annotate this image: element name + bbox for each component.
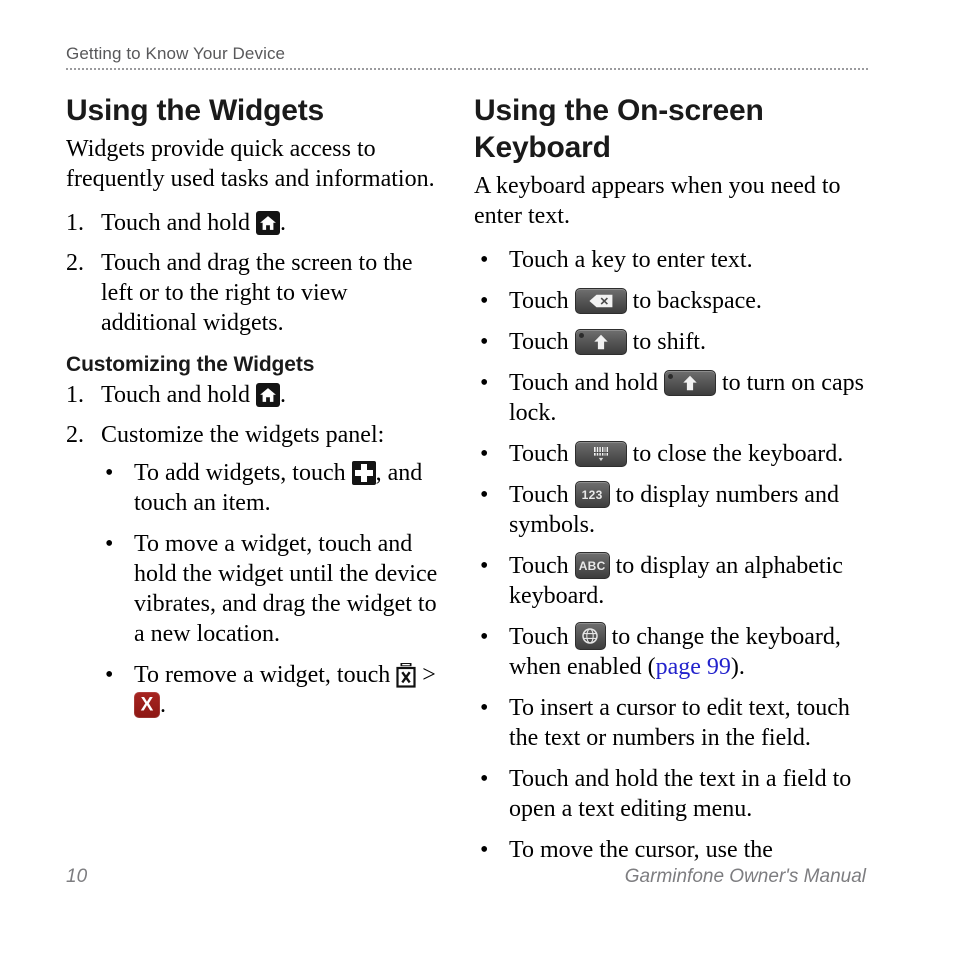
bullet-dot: • [105, 531, 114, 557]
bullet-text: Touch [509, 624, 575, 650]
alphabetic-key-label: ABC [578, 558, 606, 573]
section-title-customizing: Customizing the Widgets [66, 353, 315, 376]
bullet-dot: • [480, 695, 489, 721]
shift-led-indicator [667, 374, 673, 379]
bullet-text: To add widgets, touch [134, 460, 352, 486]
bullet-text: To move the cursor, use the [509, 837, 773, 863]
bullet-text: Touch [509, 482, 575, 508]
step-text: Touch and hold [101, 382, 256, 408]
list-item: • To insert a cursor to edit text, touch … [474, 693, 864, 753]
backspace-key-icon [574, 288, 627, 314]
bullet-dot: • [480, 370, 489, 396]
bullet-dot: • [480, 766, 489, 792]
red-x-glyph: X [140, 694, 154, 716]
change-keyboard-key-icon [574, 622, 606, 650]
running-header-text: Getting to Know Your Device [66, 44, 286, 63]
bullet-text-mid: > [416, 662, 436, 688]
bullet-text-tail2: ). [730, 654, 745, 680]
list-item: • Touch and hold the text in a field to o… [474, 764, 864, 824]
bullet-dot: • [480, 247, 489, 273]
bullet-text: To move a widget, touch and hold the wid… [134, 531, 438, 647]
bullet-dot: • [105, 662, 114, 688]
left-column: Using the Widgets Widgets provide quick … [66, 92, 442, 731]
bullet-text-tail: to close the keyboard. [626, 441, 844, 467]
bullet-text: Touch and hold the text in a field to op… [509, 766, 852, 822]
step-text-tail: . [279, 382, 286, 408]
step-text-tail: . [279, 210, 286, 236]
list-item: • Touch to close the keyboard. [474, 439, 864, 469]
numbers-key-label: 123 [581, 487, 603, 502]
step-text: Touch and hold [101, 210, 256, 236]
keyboard-bullet-list: • Touch a key to enter text. • Touch to ba… [474, 245, 864, 865]
footer-manual-title: Garminfone Owner's Manual [624, 866, 866, 887]
bullet-text-tail: . [160, 692, 166, 718]
list-item: 2. Touch and drag the screen to the left … [66, 248, 442, 338]
page-footer: 10 Garminfone Owner's Manual [66, 866, 866, 888]
bullet-dot: • [480, 553, 489, 579]
shift-led-indicator [578, 333, 584, 338]
bullet-dot: • [480, 837, 489, 863]
bullet-dot: • [480, 329, 489, 355]
widgets-intro-paragraph: Widgets provide quick access to frequent… [66, 136, 435, 192]
step-text: Customize the widgets panel: [101, 422, 385, 448]
bullet-text: Touch a key to enter text. [509, 247, 753, 273]
list-item: • To add widgets, touch , and touch an it… [101, 458, 442, 518]
keyboard-intro-paragraph: A keyboard appears when you need to ente… [474, 173, 841, 229]
step-text: Touch and drag the screen to the left or… [101, 250, 413, 336]
bullet-text: Touch [509, 441, 575, 467]
list-item: • Touch a key to enter text. [474, 245, 864, 275]
page-reference-link[interactable]: page 99 [656, 654, 731, 680]
plus-icon [351, 461, 376, 485]
list-item: • Touch 123 to display numbers and symbol… [474, 480, 864, 540]
bullet-text-tail: to backspace. [626, 288, 762, 314]
bullet-text: Touch [509, 553, 575, 579]
list-item: • Touch and hold to turn on caps lock. [474, 368, 864, 428]
list-item: • To remove a widget, touch > X. [101, 660, 442, 720]
shift-key-icon [574, 329, 627, 355]
bullet-dot: • [480, 288, 489, 314]
customizing-bullet-list: • To add widgets, touch , and touch an it… [101, 458, 442, 720]
bullet-text: Touch [509, 288, 575, 314]
right-column: Using the On-screen Keyboard A keyboard … [474, 92, 864, 876]
step-number: 1. [66, 382, 84, 408]
home-icon [255, 383, 280, 407]
customizing-steps-list: 1. Touch and hold . 2. Customize the widge… [66, 380, 442, 720]
list-item: • Touch to shift. [474, 327, 864, 357]
list-item: • To move the cursor, use the [474, 835, 864, 865]
home-icon [255, 211, 280, 235]
bullet-text-tail: to shift. [626, 329, 706, 355]
numbers-key-icon: 123 [574, 481, 610, 508]
step-number: 2. [66, 250, 84, 276]
bullet-dot: • [105, 460, 114, 486]
step-number: 1. [66, 210, 84, 236]
page-title-widgets: Using the Widgets [66, 94, 325, 127]
list-item: • Touch to backspace. [474, 286, 864, 316]
shift-key-icon [663, 370, 716, 396]
page-title-keyboard: Using the On-screen Keyboard [474, 94, 764, 164]
list-item: 1. Touch and hold . [66, 380, 442, 410]
manual-page: Getting to Know Your Device Using the Wi… [0, 0, 954, 954]
running-header: Getting to Know Your Device [66, 44, 868, 70]
red-x-icon: X [134, 692, 160, 718]
list-item: • To move a widget, touch and hold the wi… [101, 529, 442, 649]
close-keyboard-key-icon [574, 441, 627, 467]
bullet-text: To remove a widget, touch [134, 662, 397, 688]
footer-page-number: 10 [66, 866, 88, 887]
step-number: 2. [66, 422, 84, 448]
alphabetic-key-icon: ABC [574, 552, 610, 579]
list-item: 1. Touch and hold . [66, 208, 442, 238]
bullet-dot: • [480, 624, 489, 650]
list-item: 2. Customize the widgets panel: • To add w… [66, 420, 442, 720]
header-divider [66, 68, 868, 70]
bullet-dot: • [480, 441, 489, 467]
bullet-dot: • [480, 482, 489, 508]
widgets-steps-list: 1. Touch and hold . 2. Touch and drag the … [66, 208, 442, 338]
bullet-text: To insert a cursor to edit text, touch t… [509, 695, 850, 751]
list-item: • Touch ABC to display an alphabetic keyb… [474, 551, 864, 611]
bullet-text: Touch [509, 329, 575, 355]
trash-x-icon [396, 662, 416, 688]
list-item: • Touch to change the keyboard, when enab… [474, 622, 864, 682]
bullet-text: Touch and hold [509, 370, 664, 396]
